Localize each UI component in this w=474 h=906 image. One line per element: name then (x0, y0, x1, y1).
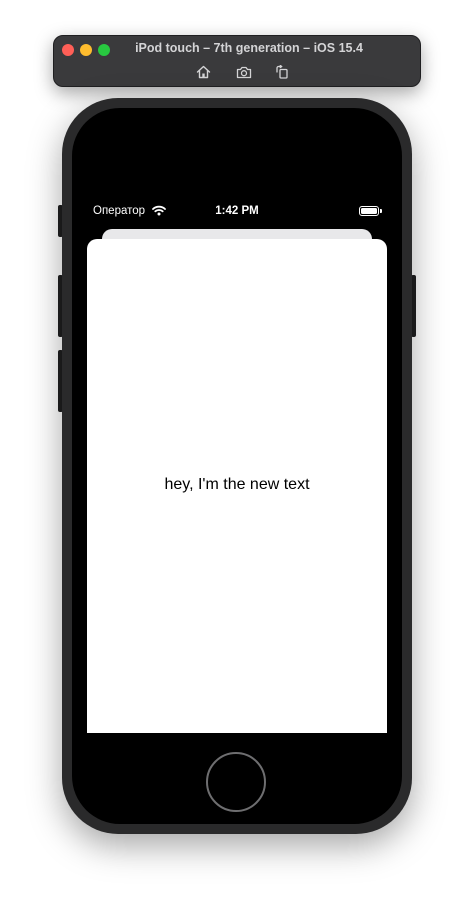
status-bar: Оператор 1:42 PM (87, 196, 387, 226)
sheet-text-label: hey, I'm the new text (164, 476, 310, 493)
screenshot-tool[interactable] (235, 64, 253, 80)
rotate-tool[interactable] (273, 64, 291, 80)
device-screen: Оператор 1:42 PM hey, I'm the new text (87, 196, 387, 733)
home-button-tool[interactable] (194, 64, 212, 80)
rotate-icon (276, 65, 288, 79)
stage: iPod touch – 7th generation – iOS 15.4 О… (0, 0, 474, 906)
battery-icon (359, 206, 382, 216)
home-button[interactable] (206, 752, 266, 812)
status-time: 1:42 PM (215, 205, 259, 217)
camera-icon (236, 66, 252, 78)
modal-sheet[interactable]: hey, I'm the new text (87, 239, 387, 733)
home-icon (196, 65, 210, 79)
simulator-title: iPod touch – 7th generation – iOS 15.4 (135, 41, 363, 55)
simulator-titlebar: iPod touch – 7th generation – iOS 15.4 (53, 35, 421, 87)
